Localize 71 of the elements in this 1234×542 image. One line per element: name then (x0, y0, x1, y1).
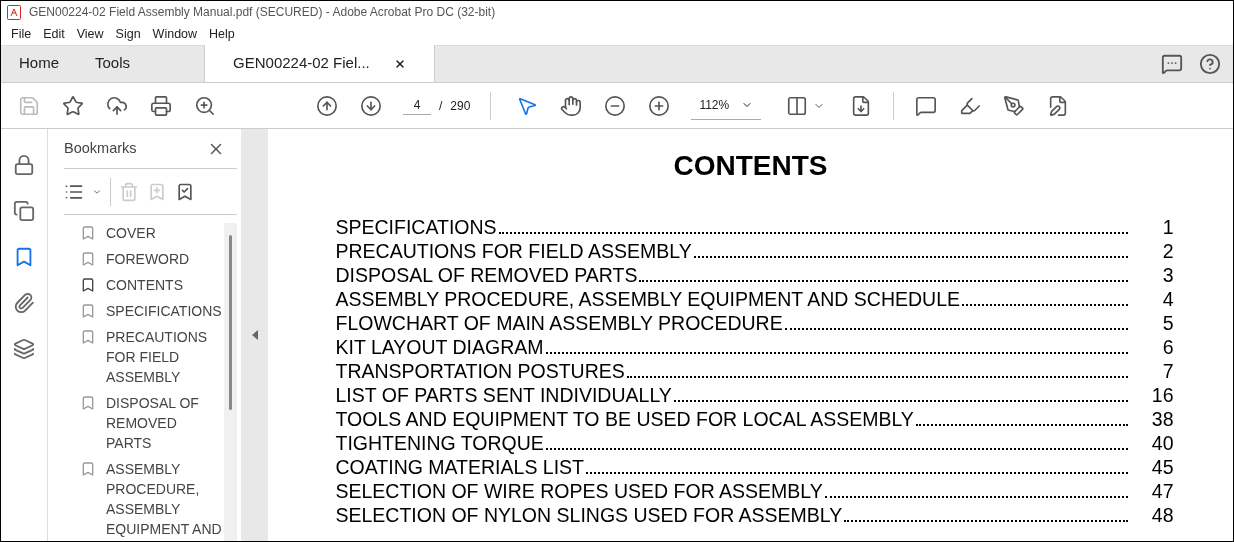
document-tab[interactable]: GEN00224-02 Fiel... (204, 45, 435, 82)
scrollbar[interactable] (224, 223, 237, 541)
bookmark-item[interactable]: SPECIFICATIONS (80, 301, 224, 321)
page-number: 48 (1150, 503, 1174, 527)
pages-icon (13, 200, 35, 222)
bookmark-item[interactable]: PRECAUTIONS FOR FIELD ASSEMBLY (80, 327, 224, 387)
bookmark-item[interactable]: COVER (80, 223, 224, 243)
page-number: 1 (1161, 215, 1174, 239)
contents-entry[interactable]: KIT LAYOUT DIAGRAM (335, 335, 544, 359)
page-number: 3 (1161, 263, 1174, 287)
contents-entry[interactable]: LIST OF PARTS SENT INDIVIDUALLY (335, 383, 672, 407)
arrow-down-icon (360, 94, 382, 117)
page-number: 16 (1150, 383, 1174, 407)
zoom-dropdown[interactable]: 112% (691, 91, 762, 120)
hand-icon (560, 94, 583, 117)
menu-item[interactable]: Edit (37, 24, 71, 44)
page-number: 38 (1150, 407, 1174, 431)
menu-item[interactable]: File (5, 24, 38, 44)
contents-entry[interactable]: TRANSPORTATION POSTURES (335, 359, 625, 383)
page-number: 7 (1161, 359, 1174, 383)
contents-entry[interactable]: TIGHTENING TORQUE (335, 431, 544, 455)
contents-entry[interactable]: TOOLS AND EQUIPMENT TO BE USED FOR LOCAL ASSEMBLY (335, 407, 914, 431)
upload-icon (106, 94, 128, 117)
page-number: 4 (1161, 287, 1174, 311)
bookmark-item[interactable]: ASSEMBLY PROCEDURE, ASSEMBLY EQUIPMENT AND (80, 459, 224, 539)
contents-entry[interactable]: SELECTION OF NYLON SLINGS USED FOR ASSEMBLY (335, 503, 843, 527)
menu-item[interactable]: View (70, 24, 110, 44)
window-title: GEN00224-02 Field Assembly Manual.pdf (SECURED) - Adobe Acrobat Pro DC (32-bit) (29, 4, 496, 21)
contents-entry[interactable]: SELECTION OF WIRE ROPES USED FOR ASSEMBLY (335, 479, 823, 503)
page-number: 5 (1161, 311, 1174, 335)
page-count: 290 (450, 97, 471, 115)
menu-item[interactable]: Help (203, 24, 241, 44)
paperclip-icon (13, 292, 35, 314)
pen-icon (1003, 94, 1026, 117)
page-separator: / (439, 97, 443, 115)
page-number: 2 (1161, 239, 1174, 263)
print-icon (150, 94, 172, 117)
page-field[interactable]: 4 (403, 96, 431, 115)
page-number: 47 (1150, 479, 1174, 503)
page-heading: CONTENTS (673, 149, 828, 183)
menu-item[interactable]: Sign (109, 24, 147, 44)
page-number: 6 (1161, 335, 1174, 359)
comment-icon (915, 94, 938, 117)
contents-entry[interactable]: COATING MATERIALS LIST (335, 455, 584, 479)
star-icon (62, 94, 84, 117)
close-icon[interactable] (393, 57, 406, 70)
contents-entry[interactable]: SPECIFICATIONS (335, 215, 497, 239)
bookmark-item[interactable]: CONTENTS (80, 275, 224, 295)
collapse-arrow-icon[interactable] (251, 330, 258, 340)
zoom-out-icon (604, 94, 627, 117)
save-icon (18, 94, 40, 117)
bookmark-item[interactable]: FOREWORD (80, 249, 224, 269)
comment-icon[interactable] (1161, 52, 1183, 75)
search-icon (194, 94, 216, 117)
layers-icon (13, 338, 35, 360)
arrow-up-icon (316, 94, 338, 117)
page-number: 45 (1150, 455, 1174, 479)
bookmark-item[interactable]: DISPOSAL OF REMOVED PARTS (80, 393, 224, 453)
page-number: 40 (1150, 431, 1174, 455)
menu-item[interactable]: Window (146, 24, 204, 44)
pdf-icon (7, 4, 21, 20)
zoom-in-icon (648, 94, 671, 117)
contents-entry[interactable]: FLOWCHART OF MAIN ASSEMBLY PROCEDURE (335, 311, 783, 335)
lock-icon (13, 154, 35, 176)
contents-entry[interactable]: DISPOSAL OF REMOVED PARTS (335, 263, 638, 287)
contents-entry[interactable]: ASSEMBLY PROCEDURE, ASSEMBLY EQUIPMENT AND SCHEDULE (335, 287, 961, 311)
help-icon[interactable] (1199, 52, 1221, 75)
contents-entry[interactable]: PRECAUTIONS FOR FIELD ASSEMBLY (335, 239, 692, 263)
nav-tab[interactable]: Home (1, 45, 77, 82)
nav-tab[interactable]: Tools (77, 45, 149, 82)
panel-title: Bookmarks (64, 138, 137, 158)
